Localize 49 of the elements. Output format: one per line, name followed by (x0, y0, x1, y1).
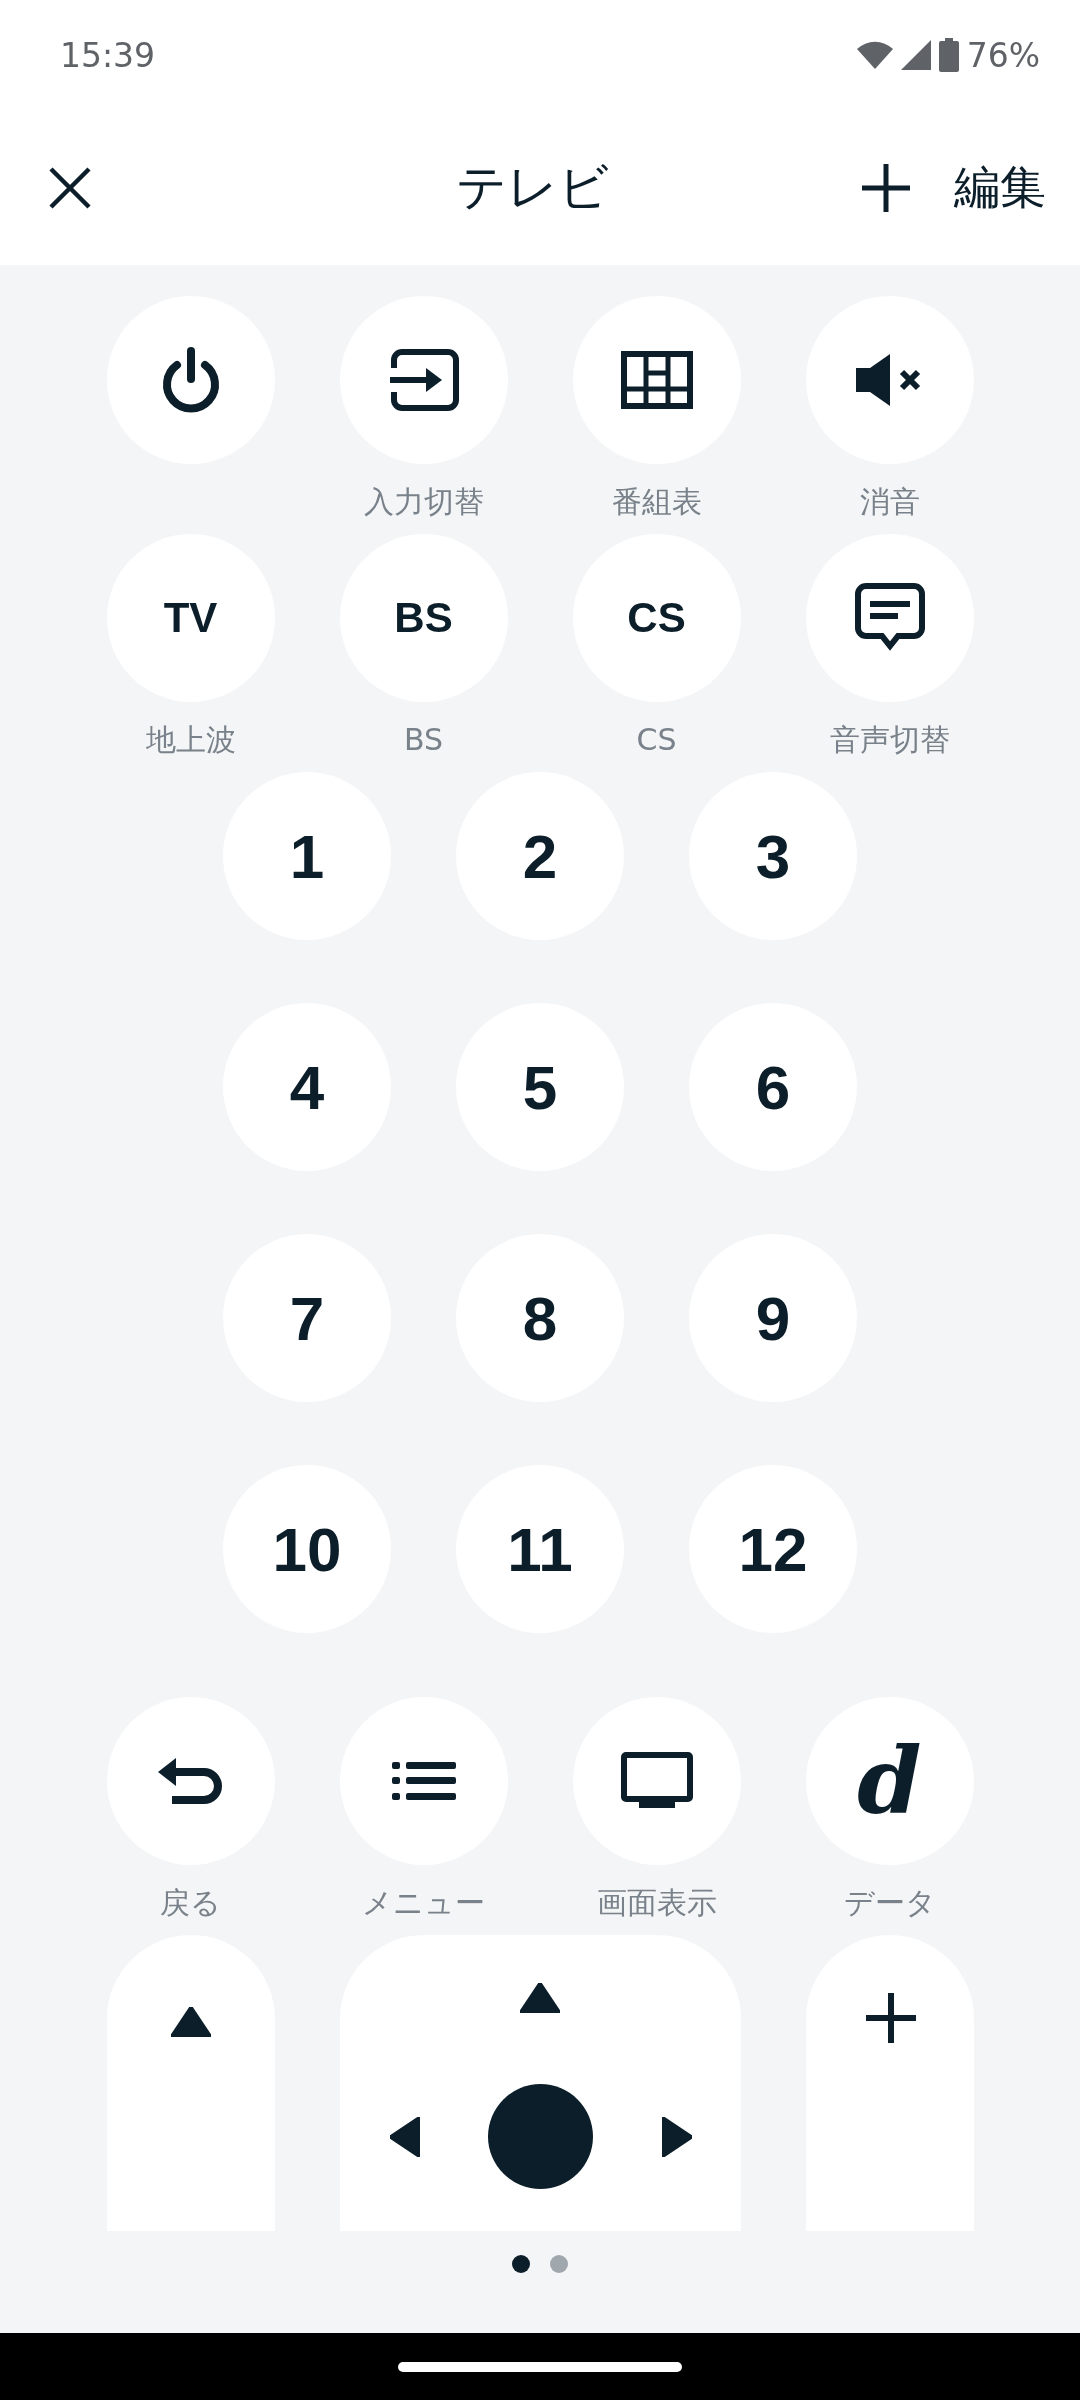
plus-icon[interactable] (865, 1993, 916, 2043)
home-indicator[interactable] (398, 2361, 682, 2372)
number-button[interactable]: 10 (223, 1465, 391, 1633)
button-label: 戻る (160, 1884, 221, 1922)
number-button[interactable]: 5 (456, 1003, 624, 1171)
add-icon[interactable] (862, 163, 910, 212)
signal-icon (900, 40, 931, 70)
number-button[interactable]: 8 (456, 1234, 624, 1402)
button-label: データ (843, 1884, 936, 1922)
data-button[interactable]: d (805, 1697, 974, 1865)
edit-button[interactable]: 編集 (954, 156, 1046, 219)
number-button[interactable]: 4 (223, 1003, 391, 1171)
close-icon[interactable] (48, 165, 92, 210)
number-button[interactable]: 7 (223, 1234, 391, 1402)
page-dot[interactable] (512, 2255, 530, 2273)
power-icon (160, 347, 221, 413)
input-icon (387, 348, 460, 412)
number-button[interactable]: 9 (689, 1234, 857, 1402)
button-label: 地上波 (145, 721, 236, 759)
grid-icon (620, 351, 693, 409)
button-label: 消音 (859, 483, 920, 521)
list-icon (391, 1761, 456, 1801)
screen-title: テレビ (454, 157, 610, 218)
number-button[interactable]: 1 (223, 772, 391, 940)
channel-button[interactable]: TV (106, 534, 275, 702)
number-button[interactable]: 12 (689, 1465, 857, 1633)
button-label: CS (636, 721, 677, 759)
right-triangle-icon[interactable] (661, 2117, 692, 2157)
button-label: 画面表示 (596, 1884, 717, 1922)
battery-percent: 76% (966, 35, 1040, 75)
button-label: 入力切替 (363, 483, 484, 521)
status-time: 15:39 (60, 35, 156, 75)
up-triangle-icon[interactable] (519, 1983, 560, 2013)
number-button[interactable]: 2 (456, 772, 624, 940)
button-label: 番組表 (611, 483, 702, 521)
button-label: メニュー (362, 1884, 485, 1922)
number-button[interactable]: 3 (689, 772, 857, 940)
battery-icon (938, 38, 959, 72)
number-button[interactable]: 11 (456, 1465, 624, 1633)
monitor-icon (620, 1752, 693, 1810)
channel-button[interactable]: CS (572, 534, 741, 702)
wifi-icon (856, 41, 893, 69)
button-label: 音声切替 (829, 721, 950, 759)
channel-button[interactable]: BS (339, 534, 508, 702)
page-dot[interactable] (550, 2255, 568, 2273)
up-triangle-icon[interactable] (170, 2007, 211, 2037)
button-label: BS (403, 721, 444, 759)
number-button[interactable]: 6 (689, 1003, 857, 1171)
left-triangle-icon[interactable] (389, 2117, 420, 2157)
